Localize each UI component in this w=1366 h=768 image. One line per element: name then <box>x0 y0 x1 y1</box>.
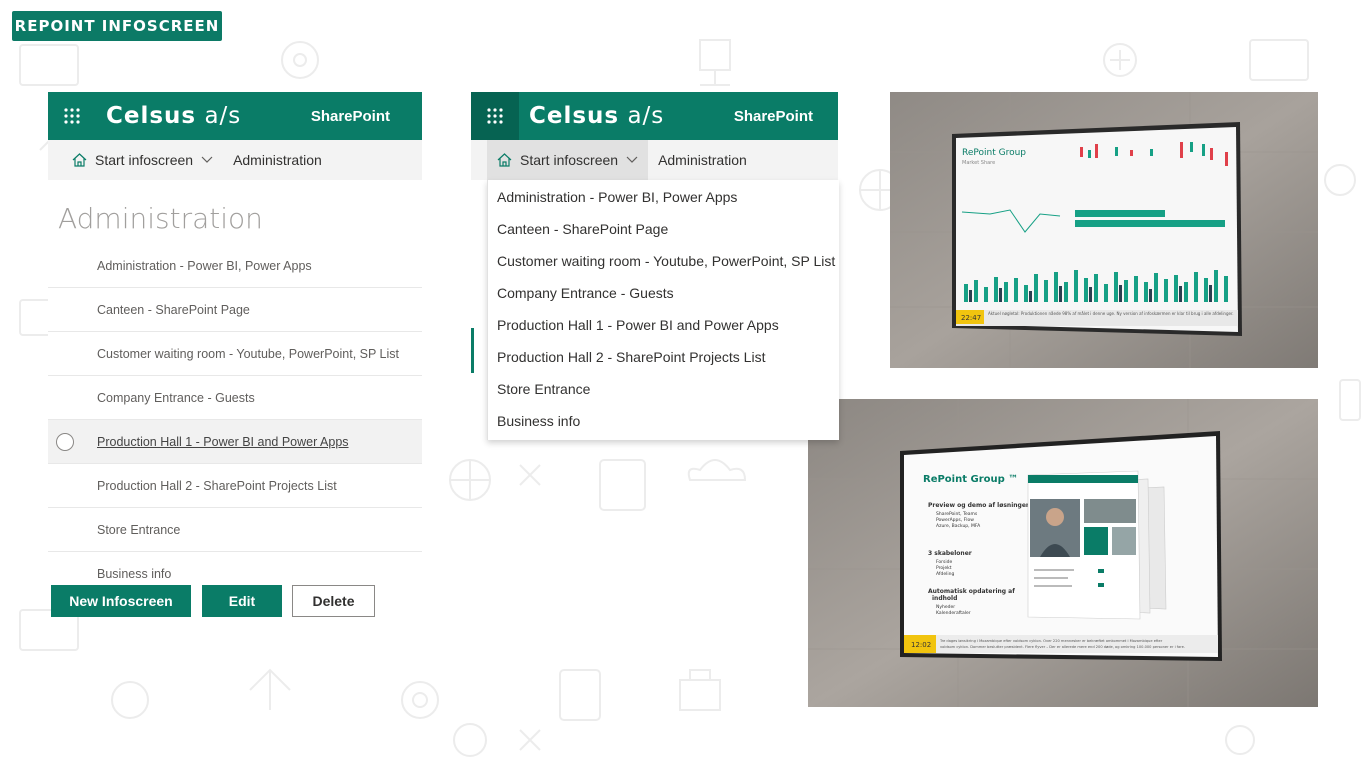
brand-suffix: a/s <box>204 103 242 129</box>
new-infoscreen-button[interactable]: New Infoscreen <box>51 585 191 617</box>
photo-dashboard-screen: RePoint Group Market Share 22:47 Aktuel … <box>890 92 1318 368</box>
list-item[interactable]: Store Entrance <box>48 508 422 552</box>
screen2-bullet3-line2: indhold <box>932 595 957 602</box>
list-item[interactable]: Production Hall 2 - SharePoint Projects … <box>48 464 422 508</box>
app-launcher-icon[interactable] <box>471 92 519 140</box>
screen1-ticker: Aktuel nøgletal: Produktionen nåede 98% … <box>988 311 1234 316</box>
list-item[interactable]: Company Entrance - Guests <box>48 376 422 420</box>
site-nav-middle: Start infoscreen Administration <box>471 140 838 180</box>
screen2-sub3-item: Kalenderaftaler <box>936 610 971 616</box>
list-item-label: Customer waiting room - Youtube, PowerPo… <box>97 346 400 361</box>
screen2-ticker-line1: Tre dages lønsikring i Mozambique efter … <box>939 639 1163 643</box>
home-icon <box>497 153 512 167</box>
nav-start-infoscreen[interactable]: Start infoscreen <box>48 140 223 180</box>
menu-item[interactable]: Production Hall 1 - Power BI and Power A… <box>488 309 839 341</box>
menu-item[interactable]: Store Entrance <box>488 373 839 405</box>
list-item-label: Canteen - SharePoint Page <box>97 302 250 317</box>
nav-admin-label: Administration <box>658 152 747 168</box>
menu-item[interactable]: Company Entrance - Guests <box>488 277 839 309</box>
sharepoint-label[interactable]: SharePoint <box>311 108 390 125</box>
list-item[interactable]: Canteen - SharePoint Page <box>48 288 422 332</box>
screen2-sub2-item: Forside <box>936 559 952 565</box>
nav-start-infoscreen-open[interactable]: Start infoscreen <box>487 140 649 180</box>
screen2-clock: 12:02 <box>911 641 931 649</box>
list-item-selected[interactable]: Production Hall 1 - Power BI and Power A… <box>48 420 422 464</box>
menu-item[interactable]: Administration - Power BI, Power Apps <box>488 181 839 213</box>
nav-administration[interactable]: Administration <box>223 140 332 180</box>
screen2-sub2-item: Afdeling <box>936 571 954 577</box>
page-title: Administration <box>58 202 263 235</box>
screen2-bullet2: 3 skabeloner <box>928 550 972 557</box>
app-launcher-icon[interactable] <box>48 92 96 140</box>
list-item-label: Business info <box>97 566 172 581</box>
photo-presentation-screen: RePoint Group ™ Preview og demo af løsni… <box>808 399 1318 707</box>
menu-item[interactable]: Customer waiting room - Youtube, PowerPo… <box>488 245 839 277</box>
list-item[interactable]: Administration - Power BI, Power Apps <box>48 244 422 288</box>
screen1-clock: 22:47 <box>961 314 981 322</box>
screen2-title: RePoint Group ™ <box>923 474 1018 485</box>
infoscreen-dropdown-menu: Administration - Power BI, Power Apps Ca… <box>487 180 839 440</box>
brand-name: Celsus <box>529 103 620 129</box>
list-item[interactable]: Customer waiting room - Youtube, PowerPo… <box>48 332 422 376</box>
screen1-title: RePoint Group <box>962 148 1026 158</box>
sharepoint-header-left: Celsus a/s SharePoint <box>48 92 422 140</box>
screen2-bullet3-line1: Automatisk opdatering af <box>928 588 1015 595</box>
nav-administration[interactable]: Administration <box>648 140 757 180</box>
screen2-sub3-item: Nyheder <box>936 604 955 610</box>
chevron-down-icon <box>626 156 638 163</box>
list-item-label: Production Hall 1 - Power BI and Power A… <box>97 434 349 449</box>
menu-item[interactable]: Production Hall 2 - SharePoint Projects … <box>488 341 839 373</box>
menu-item[interactable]: Canteen - SharePoint Page <box>488 213 839 245</box>
site-brand[interactable]: Celsus a/s <box>106 103 241 129</box>
site-brand[interactable]: Celsus a/s <box>529 103 664 129</box>
selection-indicator <box>471 328 474 373</box>
screen2-bullet1: Preview og demo af løsninger <box>928 502 1029 509</box>
screen1-subtitle: Market Share <box>962 160 995 166</box>
home-icon <box>72 153 87 167</box>
list-item-label: Store Entrance <box>97 522 181 537</box>
edit-button[interactable]: Edit <box>202 585 282 617</box>
nav-start-label: Start infoscreen <box>95 152 194 168</box>
infoscreen-list: Administration Administration - Power BI… <box>48 180 422 595</box>
repoint-infoscreen-badge: REPOINT INFOSCREEN <box>12 11 222 41</box>
site-nav-left: Start infoscreen Administration <box>48 140 422 180</box>
brand-suffix: a/s <box>627 103 665 129</box>
select-radio[interactable] <box>56 433 74 451</box>
screen2-sub1-item: Azure, Backup, MFA <box>936 523 981 529</box>
delete-button[interactable]: Delete <box>292 585 375 617</box>
screen2-sub2-item: Projekt <box>936 565 952 571</box>
nav-admin-label: Administration <box>233 152 322 168</box>
sharepoint-header-middle: Celsus a/s SharePoint <box>471 92 838 140</box>
menu-item[interactable]: Business info <box>488 405 839 437</box>
list-item-label: Administration - Power BI, Power Apps <box>97 258 312 273</box>
screen2-ticker-line2: voldsom cyklon. Dommer beslutter præside… <box>940 645 1185 649</box>
list-item-label: Production Hall 2 - SharePoint Projects … <box>97 478 337 493</box>
chevron-down-icon <box>201 156 213 163</box>
screen2-sub1-item: SharePoint, Teams <box>936 511 978 517</box>
nav-start-label: Start infoscreen <box>520 152 619 168</box>
list-item-label: Company Entrance - Guests <box>97 390 255 405</box>
sharepoint-label[interactable]: SharePoint <box>734 108 813 125</box>
screen2-sub1-item: PowerApps, Flow <box>936 517 974 523</box>
brand-name: Celsus <box>106 103 197 129</box>
